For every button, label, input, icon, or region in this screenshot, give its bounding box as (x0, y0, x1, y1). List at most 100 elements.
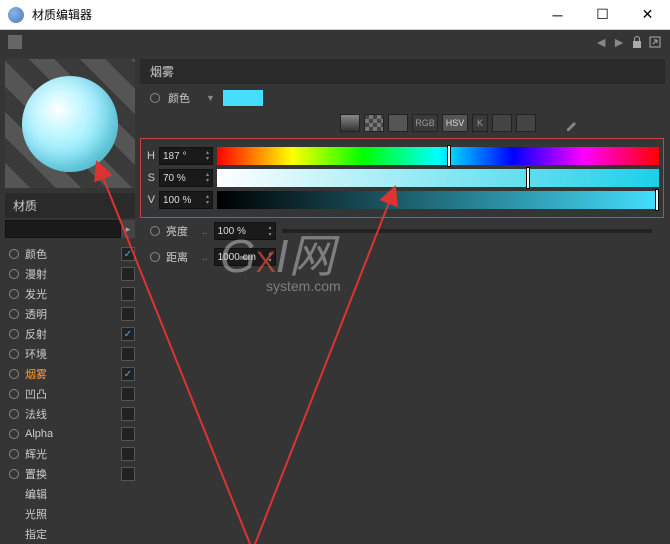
hsv-mode-button[interactable]: HSV (442, 114, 468, 132)
channel-checkbox[interactable] (121, 447, 135, 461)
channel-radio[interactable] (9, 409, 19, 419)
swatch1-icon[interactable] (492, 114, 512, 132)
channel-法线[interactable]: 法线 (5, 404, 135, 424)
channel-checkbox[interactable] (121, 347, 135, 361)
channel-反射[interactable]: 反射 (5, 324, 135, 344)
channel-radio[interactable] (9, 389, 19, 399)
channel-radio[interactable] (9, 429, 19, 439)
k-mode-button[interactable]: K (472, 114, 488, 132)
channel-透明[interactable]: 透明 (5, 304, 135, 324)
color-label: 颜色 (168, 90, 198, 106)
hue-spinner[interactable]: 187 °▴▾ (159, 147, 213, 165)
channel-radio[interactable] (9, 449, 19, 459)
sat-spinner[interactable]: 70 %▴▾ (159, 169, 213, 187)
lock-icon[interactable] (630, 35, 644, 49)
channel-环境[interactable]: 环境 (5, 344, 135, 364)
material-name-input[interactable] (5, 220, 121, 238)
extra-光照[interactable]: 光照 (5, 504, 135, 524)
channel-checkbox[interactable] (121, 327, 135, 341)
color-dropdown-icon[interactable]: ▼ (206, 93, 215, 103)
brightness-radio[interactable] (150, 226, 160, 236)
channel-checkbox[interactable] (121, 287, 135, 301)
channel-label: 凹凸 (25, 386, 115, 402)
brightness-spinner[interactable]: 100 %▴▾ (214, 222, 276, 240)
channel-烟雾[interactable]: 烟雾 (5, 364, 135, 384)
val-label: V (145, 194, 155, 206)
preview-sphere-icon (22, 76, 118, 172)
brightness-row: 亮度 .. 100 %▴▾ (140, 218, 670, 244)
channel-置换[interactable]: 置换 (5, 464, 135, 484)
channel-label: 辉光 (25, 446, 115, 462)
sat-label: S (145, 172, 155, 184)
channel-radio[interactable] (9, 249, 19, 259)
brightness-track[interactable] (282, 229, 652, 233)
sat-row: S 70 %▴▾ (145, 167, 659, 189)
channel-list: 颜色 漫射 发光 透明 反射 环境 烟雾 凹凸 法线 Alpha 辉光 置换 编… (0, 244, 140, 544)
channel-radio[interactable] (9, 269, 19, 279)
material-section-label: 材质 (5, 193, 135, 218)
channel-发光[interactable]: 发光 (5, 284, 135, 304)
distance-radio[interactable] (150, 252, 160, 262)
channel-label: 置换 (25, 466, 115, 482)
color-radio[interactable] (150, 93, 160, 103)
extra-指定[interactable]: 指定 (5, 524, 135, 544)
channel-Alpha[interactable]: Alpha (5, 424, 135, 444)
menu-icon[interactable] (8, 35, 22, 49)
color-swatch[interactable] (223, 90, 263, 106)
channel-checkbox[interactable] (121, 387, 135, 401)
val-slider[interactable] (217, 191, 659, 209)
val-row: V 100 %▴▾ (145, 189, 659, 211)
channel-radio[interactable] (9, 309, 19, 319)
channel-label: 颜色 (25, 246, 115, 262)
channel-radio[interactable] (9, 329, 19, 339)
close-button[interactable]: ✕ (625, 0, 670, 30)
material-name-dropdown[interactable]: ▸ (121, 220, 135, 238)
channel-checkbox[interactable] (121, 367, 135, 381)
app-logo-icon (8, 7, 24, 23)
maximize-button[interactable]: ☐ (580, 0, 625, 30)
distance-spinner[interactable]: 1000 cm▴▾ (214, 248, 276, 266)
nav-back-icon[interactable]: ◄ (594, 34, 608, 50)
eyedropper-icon[interactable] (564, 114, 582, 132)
channel-label: 发光 (25, 286, 115, 302)
channel-颜色[interactable]: 颜色 (5, 244, 135, 264)
swatch2-icon[interactable] (516, 114, 536, 132)
channel-checkbox[interactable] (121, 247, 135, 261)
rgb-mode-button[interactable]: RGB (412, 114, 438, 132)
channel-辉光[interactable]: 辉光 (5, 444, 135, 464)
minimize-button[interactable]: ─ (535, 0, 580, 30)
channel-checkbox[interactable] (121, 267, 135, 281)
extra-编辑[interactable]: 编辑 (5, 484, 135, 504)
channel-checkbox[interactable] (121, 427, 135, 441)
brightness-dots: .. (202, 226, 208, 237)
hue-slider[interactable] (217, 147, 659, 165)
distance-row: 距离 .. 1000 cm▴▾ (140, 244, 670, 270)
hue-label: H (145, 150, 155, 162)
brightness-label: 亮度 (166, 223, 196, 239)
channel-radio[interactable] (9, 469, 19, 479)
sat-slider[interactable] (217, 169, 659, 187)
nav-forward-icon[interactable]: ► (612, 34, 626, 50)
channel-radio[interactable] (9, 369, 19, 379)
checker-tool-icon[interactable] (364, 114, 384, 132)
val-spinner[interactable]: 100 %▴▾ (159, 191, 213, 209)
hue-row: H 187 °▴▾ (145, 145, 659, 167)
channel-checkbox[interactable] (121, 307, 135, 321)
extra-label: 指定 (25, 526, 135, 542)
channel-checkbox[interactable] (121, 467, 135, 481)
channel-label: 漫射 (25, 266, 115, 282)
channel-label: 法线 (25, 406, 115, 422)
left-panel: 材质 ▸ 颜色 漫射 发光 透明 反射 环境 烟雾 凹凸 法线 Alpha 辉光… (0, 54, 140, 544)
channel-radio[interactable] (9, 349, 19, 359)
channel-漫射[interactable]: 漫射 (5, 264, 135, 284)
gradient-tool-icon[interactable] (340, 114, 360, 132)
picture-tool-icon[interactable] (388, 114, 408, 132)
section-header: 烟雾 (140, 59, 665, 84)
titlebar: 材质编辑器 ─ ☐ ✕ (0, 0, 670, 30)
material-preview[interactable] (5, 59, 135, 188)
channel-label: 反射 (25, 326, 115, 342)
channel-checkbox[interactable] (121, 407, 135, 421)
channel-凹凸[interactable]: 凹凸 (5, 384, 135, 404)
popup-icon[interactable] (648, 35, 662, 49)
channel-radio[interactable] (9, 289, 19, 299)
